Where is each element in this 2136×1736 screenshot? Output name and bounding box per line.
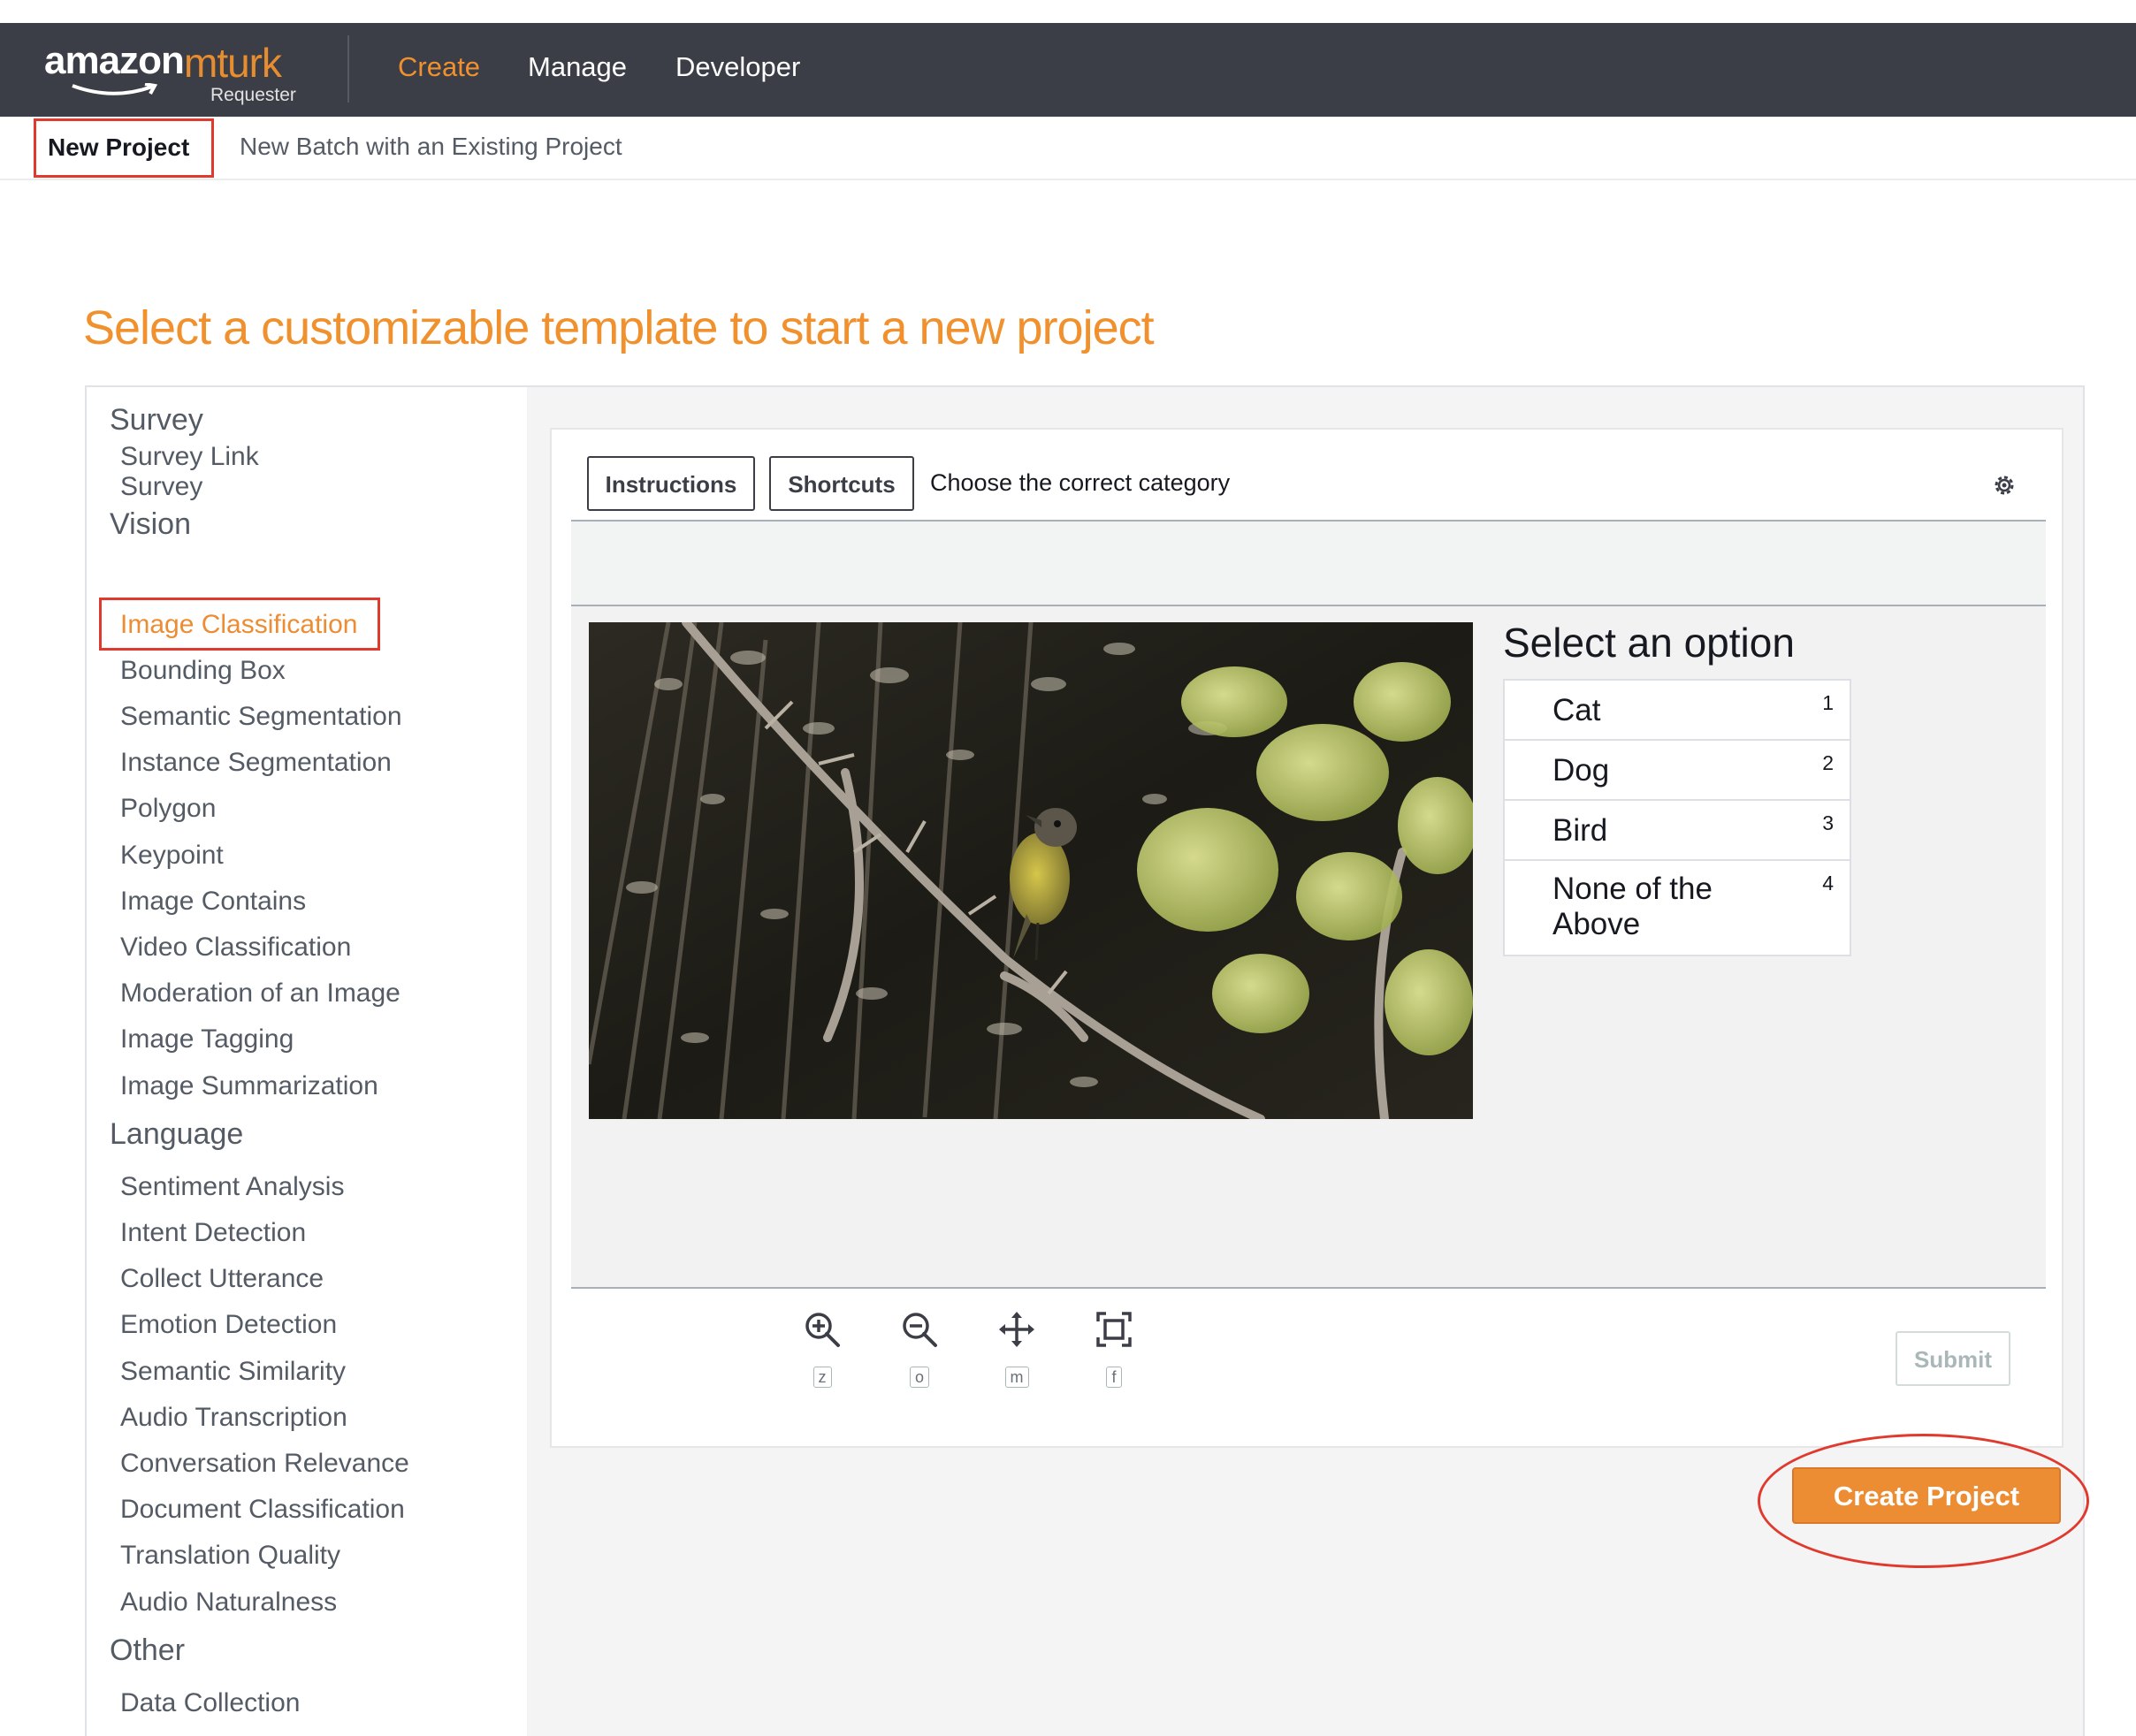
template-polygon[interactable]: Polygon bbox=[120, 794, 216, 824]
tools-divider bbox=[571, 1287, 2046, 1289]
gear-icon[interactable] bbox=[1991, 472, 2018, 499]
template-image-classification[interactable]: Image Classification bbox=[120, 610, 357, 640]
logo-mturk-text: mturk bbox=[184, 40, 282, 86]
new-batch-tab[interactable]: New Batch with an Existing Project bbox=[240, 133, 622, 161]
shortcuts-button[interactable]: Shortcuts bbox=[769, 456, 914, 511]
option-label: Dog bbox=[1552, 753, 1610, 788]
zoom-in-tool[interactable]: z bbox=[796, 1310, 849, 1388]
nav-manage[interactable]: Manage bbox=[528, 51, 627, 83]
page-title: Select a customizable template to start … bbox=[83, 301, 1155, 354]
fit-tool[interactable]: f bbox=[1087, 1310, 1140, 1388]
option-bird[interactable]: Bird 3 bbox=[1505, 801, 1850, 861]
zoom-out-icon bbox=[903, 1313, 937, 1347]
logo-amazon-text: amazon bbox=[44, 39, 185, 82]
nav-create[interactable]: Create bbox=[398, 51, 480, 83]
template-video-classification[interactable]: Video Classification bbox=[120, 933, 351, 963]
new-project-tab[interactable]: New Project bbox=[34, 118, 214, 178]
template-image-contains[interactable]: Image Contains bbox=[120, 887, 306, 917]
create-subnav: New Project New Batch with an Existing P… bbox=[0, 117, 2136, 180]
template-audio-naturalness[interactable]: Audio Naturalness bbox=[120, 1588, 337, 1618]
template-instance-segmentation[interactable]: Instance Segmentation bbox=[120, 748, 392, 778]
template-audio-transcription[interactable]: Audio Transcription bbox=[120, 1403, 347, 1433]
category-language: Language bbox=[110, 1117, 244, 1151]
fit-icon bbox=[1096, 1312, 1132, 1347]
template-moderation-of-an-image[interactable]: Moderation of an Image bbox=[120, 978, 400, 1009]
template-preview: Instructions Shortcuts Choose the correc… bbox=[550, 428, 2064, 1448]
move-icon bbox=[999, 1312, 1034, 1347]
template-bounding-box[interactable]: Bounding Box bbox=[120, 656, 286, 686]
template-document-classification[interactable]: Document Classification bbox=[120, 1495, 405, 1525]
option-label: Cat bbox=[1552, 693, 1601, 727]
move-shortcut: m bbox=[1004, 1367, 1029, 1388]
template-survey[interactable]: Survey bbox=[120, 472, 202, 502]
amazon-smile-icon bbox=[72, 83, 158, 95]
category-vision: Vision bbox=[110, 507, 191, 541]
instructions-band bbox=[571, 522, 2046, 606]
template-keypoint[interactable]: Keypoint bbox=[120, 841, 224, 871]
option-key: 4 bbox=[1822, 872, 1834, 895]
option-key: 3 bbox=[1822, 811, 1834, 834]
zoom-in-icon bbox=[805, 1313, 840, 1347]
template-sidebar: Survey Survey Link Survey Vision Image C… bbox=[87, 387, 527, 1736]
zoom-in-shortcut: z bbox=[812, 1367, 832, 1388]
create-project-highlight bbox=[1758, 1434, 2089, 1568]
category-options: Cat 1 Dog 2 Bird 3 None of the Above 4 bbox=[1503, 679, 1851, 956]
header-divider bbox=[347, 35, 349, 103]
template-image-summarization[interactable]: Image Summarization bbox=[120, 1071, 378, 1101]
option-cat[interactable]: Cat 1 bbox=[1505, 681, 1850, 741]
option-key: 2 bbox=[1822, 751, 1834, 774]
zoom-out-shortcut: o bbox=[909, 1367, 929, 1388]
bird-photo bbox=[589, 622, 1473, 1119]
template-data-collection[interactable]: Data Collection bbox=[120, 1688, 300, 1718]
submit-button[interactable]: Submit bbox=[1896, 1331, 2010, 1386]
template-conversation-relevance[interactable]: Conversation Relevance bbox=[120, 1449, 409, 1479]
option-key: 1 bbox=[1822, 691, 1834, 714]
classification-work-area: Select an option Cat 1 Dog 2 Bird 3 None… bbox=[571, 606, 2046, 1287]
option-label: None of the Above bbox=[1552, 872, 1713, 941]
template-semantic-similarity[interactable]: Semantic Similarity bbox=[120, 1357, 346, 1387]
top-navigation-bar: amazon mturk Requester Create Manage Dev… bbox=[0, 23, 2136, 117]
top-strip bbox=[0, 0, 2136, 23]
template-emotion-detection[interactable]: Emotion Detection bbox=[120, 1310, 337, 1340]
template-translation-quality[interactable]: Translation Quality bbox=[120, 1541, 340, 1571]
category-survey: Survey bbox=[110, 403, 203, 437]
logo-requester-text: Requester bbox=[210, 85, 296, 105]
instructions-button[interactable]: Instructions bbox=[587, 456, 755, 511]
nav-developer[interactable]: Developer bbox=[675, 51, 800, 83]
option-none-of-the-above[interactable]: None of the Above 4 bbox=[1505, 861, 1850, 955]
template-intent-detection[interactable]: Intent Detection bbox=[120, 1218, 306, 1248]
fit-shortcut: f bbox=[1106, 1367, 1122, 1388]
mturk-logo[interactable]: amazon mturk Requester bbox=[44, 37, 301, 106]
template-collect-utterance[interactable]: Collect Utterance bbox=[120, 1264, 324, 1294]
options-title: Select an option bbox=[1503, 620, 1795, 666]
template-survey-link[interactable]: Survey Link bbox=[120, 442, 259, 472]
template-sentiment-analysis[interactable]: Sentiment Analysis bbox=[120, 1172, 344, 1202]
option-dog[interactable]: Dog 2 bbox=[1505, 741, 1850, 801]
template-image-tagging[interactable]: Image Tagging bbox=[120, 1024, 294, 1055]
zoom-out-tool[interactable]: o bbox=[893, 1310, 946, 1388]
template-semantic-segmentation[interactable]: Semantic Segmentation bbox=[120, 702, 402, 732]
move-tool[interactable]: m bbox=[990, 1310, 1043, 1388]
option-label: Bird bbox=[1552, 813, 1608, 848]
category-other: Other bbox=[110, 1633, 186, 1667]
task-title: Choose the correct category bbox=[930, 469, 1231, 496]
